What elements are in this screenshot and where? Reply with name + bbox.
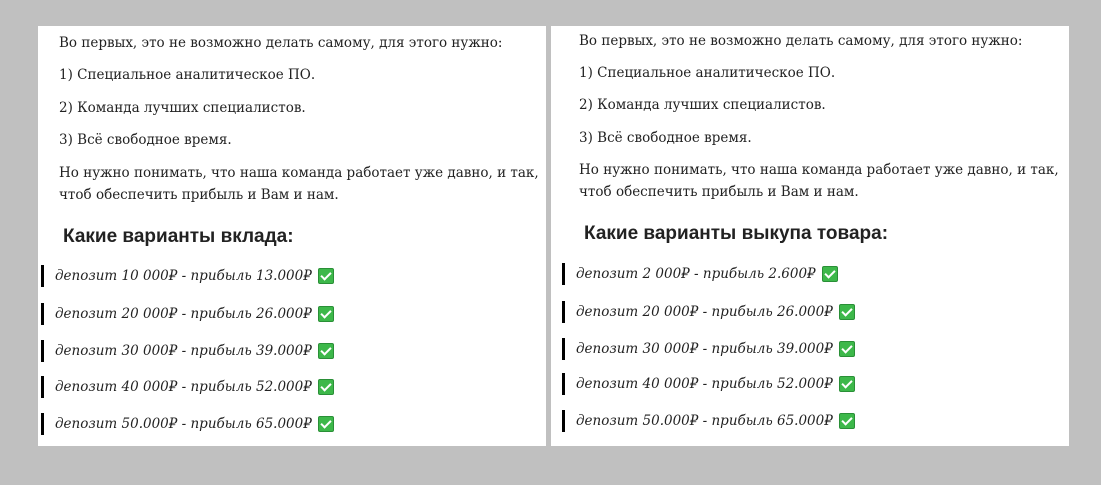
right-panel: Во первых, это не возможно делать самому… xyxy=(551,26,1069,446)
check-mark-icon xyxy=(838,341,855,357)
check-mark-icon xyxy=(838,376,855,392)
offer-text: депозит 30 000₽ - прибыль 39.000₽ xyxy=(55,343,312,359)
offer-item: депозит 40 000₽ - прибыль 52.000₽ xyxy=(562,373,855,395)
check-mark-icon xyxy=(317,343,334,359)
offer-item: депозит 30 000₽ - прибыль 39.000₽ xyxy=(562,338,855,360)
offer-item: депозит 30 000₽ - прибыль 39.000₽ xyxy=(41,340,334,362)
intro-text: Во первых, это не возможно делать самому… xyxy=(579,33,1023,49)
list-item: 3) Всё свободное время. xyxy=(579,130,752,146)
check-mark-icon xyxy=(317,268,334,284)
check-mark-icon xyxy=(317,416,334,432)
list-item: 2) Команда лучших специалистов. xyxy=(59,100,306,116)
offer-text: депозит 40 000₽ - прибыль 52.000₽ xyxy=(55,379,312,395)
check-mark-icon xyxy=(317,306,334,322)
offer-item: депозит 50.000₽ - прибыль 65.000₽ xyxy=(41,413,334,435)
offer-item: депозит 20 000₽ - прибыль 26.000₽ xyxy=(562,301,855,323)
section-heading: Какие варианты вклада: xyxy=(63,226,294,247)
offer-text: депозит 10 000₽ - прибыль 13.000₽ xyxy=(55,268,312,284)
check-mark-icon xyxy=(317,379,334,395)
offer-text: депозит 50.000₽ - прибыль 65.000₽ xyxy=(576,413,833,429)
offer-text: депозит 20 000₽ - прибыль 26.000₽ xyxy=(55,306,312,322)
section-heading: Какие варианты выкупа товара: xyxy=(584,223,889,244)
check-mark-icon xyxy=(838,304,855,320)
check-mark-icon xyxy=(821,266,838,282)
offer-item: депозит 10 000₽ - прибыль 13.000₽ xyxy=(41,265,334,287)
offer-item: депозит 50.000₽ - прибыль 65.000₽ xyxy=(562,410,855,432)
note-text: Но нужно понимать, что наша команда рабо… xyxy=(579,162,1059,200)
offer-text: депозит 30 000₽ - прибыль 39.000₽ xyxy=(576,341,833,357)
offer-text: депозит 2 000₽ - прибыль 2.600₽ xyxy=(576,266,816,282)
offer-item: депозит 40 000₽ - прибыль 52.000₽ xyxy=(41,376,334,398)
offer-item: депозит 2 000₽ - прибыль 2.600₽ xyxy=(562,263,838,285)
list-item: 3) Всё свободное время. xyxy=(59,132,232,148)
left-panel: Во первых, это не возможно делать самому… xyxy=(38,26,546,446)
intro-text: Во первых, это не возможно делать самому… xyxy=(59,35,503,51)
list-item: 1) Специальное аналитическое ПО. xyxy=(59,67,316,83)
offer-text: депозит 40 000₽ - прибыль 52.000₽ xyxy=(576,376,833,392)
offer-text: депозит 20 000₽ - прибыль 26.000₽ xyxy=(576,304,833,320)
check-mark-icon xyxy=(838,413,855,429)
list-item: 1) Специальное аналитическое ПО. xyxy=(579,65,836,81)
offer-item: депозит 20 000₽ - прибыль 26.000₽ xyxy=(41,303,334,325)
list-item: 2) Команда лучших специалистов. xyxy=(579,97,826,113)
offer-text: депозит 50.000₽ - прибыль 65.000₽ xyxy=(55,416,312,432)
note-text: Но нужно понимать, что наша команда рабо… xyxy=(59,165,539,203)
